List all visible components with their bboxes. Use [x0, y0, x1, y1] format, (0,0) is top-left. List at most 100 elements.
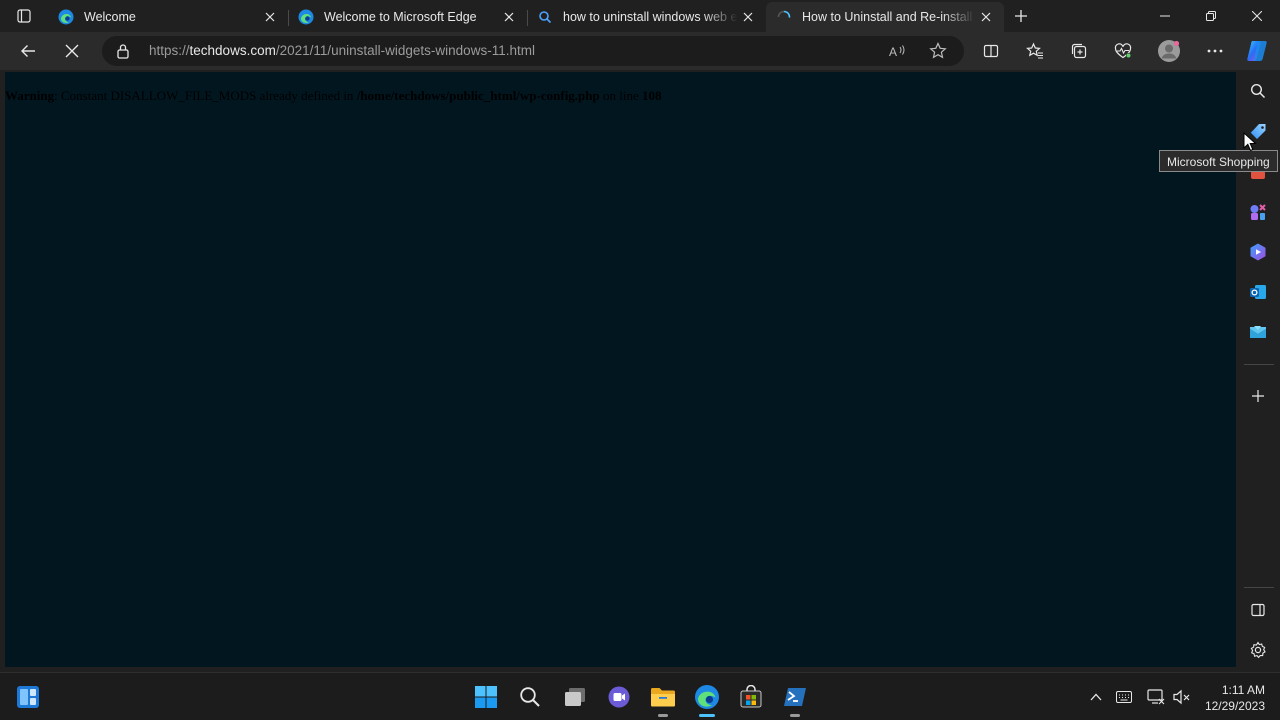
- warning-on-line: on line: [603, 88, 639, 103]
- minimize-icon: [1160, 15, 1170, 17]
- lock-icon[interactable]: [116, 43, 130, 59]
- active-indicator: [699, 714, 715, 717]
- teams-chat-icon: [608, 686, 630, 708]
- tools-icon: [1250, 204, 1266, 220]
- widgets-button[interactable]: [12, 681, 44, 713]
- edge-icon: [695, 685, 719, 709]
- browser-essentials-button[interactable]: [1107, 35, 1139, 67]
- favorites-button[interactable]: [1019, 35, 1051, 67]
- copilot-icon: [1247, 41, 1267, 61]
- edge-icon: [58, 9, 74, 25]
- gear-icon: [1250, 641, 1266, 659]
- profile-button[interactable]: [1153, 35, 1185, 67]
- start-button[interactable]: [470, 681, 502, 713]
- loading-spinner-icon: [776, 9, 792, 25]
- sidebar-games-button[interactable]: [1246, 240, 1270, 264]
- warning-text: : Constant DISALLOW_FILE_MODS already de…: [54, 88, 354, 103]
- clock-time: 1:11 AM: [1221, 683, 1265, 697]
- edge-icon: [298, 9, 314, 25]
- copilot-button[interactable]: [1241, 35, 1273, 67]
- tab-title: Welcome: [84, 10, 136, 24]
- windows-taskbar: 1:11 AM 12/29/2023: [0, 672, 1280, 720]
- tab-actions-button[interactable]: [8, 4, 40, 28]
- sidebar-settings-button[interactable]: [1246, 638, 1270, 662]
- tab-close-button[interactable]: [738, 7, 758, 27]
- tab-title: Welcome to Microsoft Edge: [324, 10, 477, 24]
- tab-title: how to uninstall windows web ex: [563, 10, 738, 24]
- tab-welcome-to-edge[interactable]: Welcome to Microsoft Edge: [288, 2, 528, 32]
- games-icon: [1250, 243, 1266, 261]
- svg-text:A: A: [889, 45, 897, 58]
- hide-sidebar-button[interactable]: [1246, 598, 1270, 622]
- collections-icon: [1071, 43, 1087, 59]
- sidebar-outlook-button[interactable]: [1246, 320, 1270, 344]
- close-window-button[interactable]: [1234, 0, 1280, 32]
- tab-close-button[interactable]: [260, 7, 280, 27]
- chevron-up-icon: [1090, 693, 1102, 701]
- url-text[interactable]: https://techdows.com/2021/11/uninstall-w…: [149, 43, 535, 58]
- keyboard-button[interactable]: [1113, 686, 1135, 708]
- sidebar-divider: [1244, 364, 1274, 365]
- add-icon: [1252, 390, 1264, 402]
- network-icon: [1147, 689, 1165, 705]
- store-icon: [740, 685, 762, 708]
- mouse-cursor-icon: [1243, 132, 1257, 152]
- file-explorer-button[interactable]: [647, 681, 679, 717]
- tab-welcome[interactable]: Welcome: [48, 2, 289, 32]
- tab-close-button[interactable]: [499, 7, 519, 27]
- close-icon: [743, 12, 753, 22]
- search-icon: [537, 9, 553, 25]
- running-indicator: [790, 714, 800, 717]
- task-view-icon: [565, 688, 585, 706]
- network-status-button[interactable]: [1145, 686, 1167, 708]
- browser-toolbar: https://techdows.com/2021/11/uninstall-w…: [0, 32, 1280, 70]
- tab-close-button[interactable]: [976, 7, 996, 27]
- back-arrow-icon: [21, 45, 35, 57]
- microsoft-store-button[interactable]: [735, 681, 767, 713]
- tab-search[interactable]: how to uninstall windows web ex: [527, 2, 767, 32]
- plus-icon: [1015, 10, 1027, 22]
- read-aloud-icon[interactable]: A: [888, 41, 908, 61]
- close-icon: [65, 44, 79, 58]
- tab-strip: Welcome Welcome to Microsoft Edge how to…: [0, 0, 1280, 32]
- back-button[interactable]: [12, 35, 44, 67]
- sidebar-search-button[interactable]: [1246, 79, 1270, 103]
- settings-more-button[interactable]: [1199, 35, 1231, 67]
- sidebar-office-button[interactable]: [1246, 280, 1270, 304]
- warning-line-number: 108: [642, 88, 662, 103]
- edge-taskbar-button[interactable]: [691, 681, 723, 717]
- widgets-icon: [17, 686, 39, 708]
- running-indicator: [658, 714, 668, 717]
- sidebar-tools-button[interactable]: [1246, 200, 1270, 224]
- minimize-button[interactable]: [1142, 0, 1188, 32]
- search-icon: [520, 687, 540, 707]
- powershell-button[interactable]: [779, 681, 811, 717]
- collections-button[interactable]: [1063, 35, 1095, 67]
- php-warning-message: Warning: Constant DISALLOW_FILE_MODS alr…: [5, 88, 662, 104]
- heart-pulse-icon: [1114, 43, 1132, 59]
- tab-active-techdows[interactable]: How to Uninstall and Re-install W: [766, 2, 1004, 32]
- chat-teams-button[interactable]: [603, 681, 635, 713]
- warning-path: /home/techdows/public_html/wp-config.php: [356, 88, 600, 103]
- window-controls: [1142, 0, 1280, 32]
- url-path: /2021/11/uninstall-widgets-windows-11.ht…: [275, 43, 535, 58]
- split-screen-button[interactable]: [975, 35, 1007, 67]
- sidebar-tooltip: Microsoft Shopping: [1159, 150, 1278, 172]
- taskbar-clock[interactable]: 1:11 AM 12/29/2023: [1205, 682, 1265, 714]
- new-tab-button[interactable]: [1008, 4, 1034, 28]
- sidebar-add-button[interactable]: [1246, 384, 1270, 408]
- keyboard-icon: [1116, 691, 1132, 703]
- volume-button[interactable]: [1171, 686, 1193, 708]
- show-hidden-icons-button[interactable]: [1085, 686, 1107, 708]
- close-icon: [265, 12, 275, 22]
- favorite-star-icon[interactable]: [928, 41, 948, 61]
- restore-button[interactable]: [1188, 0, 1234, 32]
- taskbar-search-button[interactable]: [514, 681, 546, 713]
- tab-actions-icon: [17, 9, 31, 23]
- address-bar[interactable]: https://techdows.com/2021/11/uninstall-w…: [102, 36, 964, 66]
- page-content: Warning: Constant DISALLOW_FILE_MODS alr…: [5, 72, 1236, 667]
- task-view-button[interactable]: [559, 681, 591, 713]
- volume-muted-icon: [1173, 689, 1190, 705]
- stop-loading-button[interactable]: [56, 35, 88, 67]
- restore-icon: [1206, 11, 1216, 21]
